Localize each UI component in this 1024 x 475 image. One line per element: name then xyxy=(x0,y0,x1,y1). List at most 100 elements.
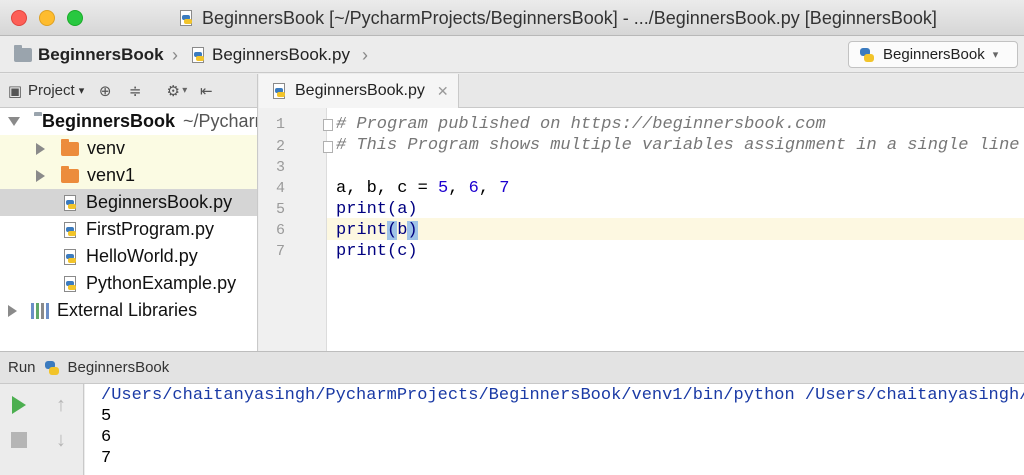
locate-icon[interactable]: ⊕ xyxy=(96,82,114,100)
tree-item-venv[interactable]: venv xyxy=(0,135,257,162)
zoom-window-button[interactable] xyxy=(67,10,83,26)
tab-label: BeginnersBook.py xyxy=(295,82,425,99)
code-text: a, b, c = xyxy=(336,179,439,198)
tab-beginnersbook-py[interactable]: BeginnersBook.py ✕ xyxy=(259,74,459,108)
chevron-down-icon: ▾ xyxy=(78,85,85,97)
breadcrumb-project[interactable]: BeginnersBook xyxy=(14,43,164,67)
tree-item-pythonexample-py[interactable]: PythonExample.py xyxy=(0,270,257,297)
line-number: 3 xyxy=(275,159,285,176)
chevron-right-icon: › xyxy=(362,45,368,65)
editor-tab-bar: BeginnersBook.py ✕ xyxy=(259,74,1024,108)
python-file-icon xyxy=(62,248,78,265)
tree-item-firstprogram-py[interactable]: FirstProgram.py xyxy=(0,216,257,243)
window-title-group: BeginnersBook [~/PycharmProjects/Beginne… xyxy=(178,7,937,29)
navigation-bar: BeginnersBook › BeginnersBook.py › Begin… xyxy=(0,37,1024,73)
run-configuration-label: BeginnersBook xyxy=(883,46,985,63)
code-line: a, b, c = 5, 6, 7 xyxy=(336,179,510,198)
run-console[interactable]: /Users/chaitanyasingh/PycharmProjects/Be… xyxy=(85,384,1024,475)
chevron-down-icon: ▾ xyxy=(182,85,188,96)
fold-marker-icon[interactable] xyxy=(323,141,333,153)
line-number: 4 xyxy=(275,180,285,197)
chevron-right-icon: › xyxy=(172,45,178,65)
up-button[interactable]: ↑ xyxy=(50,394,72,416)
breadcrumb-project-label: BeginnersBook xyxy=(38,45,164,64)
python-file-icon xyxy=(178,10,194,26)
breadcrumb-file-label: BeginnersBook.py xyxy=(212,45,350,64)
run-configuration-select[interactable]: BeginnersBook ▾ xyxy=(848,41,1018,68)
collapse-arrow-icon[interactable] xyxy=(8,304,17,317)
close-window-button[interactable] xyxy=(11,10,27,26)
collapse-arrow-icon[interactable] xyxy=(36,169,45,182)
expand-arrow-icon[interactable] xyxy=(8,117,20,126)
tree-item-label: PythonExample.py xyxy=(86,273,237,293)
tree-item-label: HelloWorld.py xyxy=(86,246,198,266)
tree-item-beginnersbook-py[interactable]: BeginnersBook.py xyxy=(0,189,257,216)
python-logo-icon xyxy=(859,47,875,63)
code-line: # This Program shows multiple variables … xyxy=(336,136,1020,155)
gear-icon[interactable]: ⚙ xyxy=(164,82,182,100)
code-line: # Program published on https://beginners… xyxy=(336,115,826,134)
tree-item-label: External Libraries xyxy=(57,300,198,320)
run-panel-header: Run BeginnersBook xyxy=(0,351,1024,384)
code-line: print(a) xyxy=(336,200,418,219)
run-panel-label: Run xyxy=(8,359,36,376)
close-icon[interactable]: ✕ xyxy=(437,83,449,100)
title-bar: BeginnersBook [~/PycharmProjects/Beginne… xyxy=(0,0,1024,36)
project-toolbar: ▣ Project ▾ ⊕ ≑ ⚙ ▾ ⇤ xyxy=(0,74,258,108)
stop-icon xyxy=(11,432,27,448)
code-editor[interactable]: 1 2 3 4 5 6 7 # Program published on htt… xyxy=(259,108,1024,351)
tree-item-helloworld-py[interactable]: HelloWorld.py xyxy=(0,243,257,270)
down-button[interactable]: ↓ xyxy=(50,429,72,451)
minimize-window-button[interactable] xyxy=(39,10,55,26)
code-line: print(b) xyxy=(336,221,418,240)
arrow-up-icon: ↑ xyxy=(56,393,66,416)
line-number: 5 xyxy=(275,201,285,218)
tree-item-label: venv xyxy=(87,138,126,158)
tree-root-path: ~/PycharmProjects/BeginnersBook xyxy=(183,111,257,131)
line-number: 6 xyxy=(275,222,285,239)
rerun-button[interactable] xyxy=(8,394,30,416)
arrow-down-icon: ↓ xyxy=(56,428,66,451)
tree-item-label: BeginnersBook.py xyxy=(86,192,233,212)
python-file-icon xyxy=(62,194,78,211)
python-file-icon xyxy=(62,221,78,238)
code-line: print(c) xyxy=(336,242,418,261)
python-file-icon xyxy=(62,275,78,292)
line-number: 7 xyxy=(275,243,285,260)
folder-icon xyxy=(14,45,32,62)
tree-item-label: venv1 xyxy=(87,165,136,185)
folder-icon xyxy=(61,165,79,183)
play-icon xyxy=(12,396,26,414)
current-line-highlight xyxy=(327,218,1024,240)
tree-item-external-libraries[interactable]: External Libraries xyxy=(0,297,257,324)
console-line: 6 xyxy=(101,428,112,447)
stop-button[interactable] xyxy=(8,429,30,451)
project-view-label: Project xyxy=(28,82,75,99)
tree-item-venv1[interactable]: venv1 xyxy=(0,162,257,189)
brace-highlight: ( xyxy=(387,221,398,240)
tree-root[interactable]: BeginnersBook ~/PycharmProjects/Beginner… xyxy=(0,108,257,135)
collapse-all-icon[interactable]: ≑ xyxy=(126,82,144,100)
chevron-down-icon: ▾ xyxy=(992,49,999,61)
folder-icon xyxy=(61,138,79,156)
breadcrumb-file[interactable]: BeginnersBook.py xyxy=(190,43,350,67)
run-config-label: BeginnersBook xyxy=(67,359,170,376)
code-number: 6 xyxy=(468,179,479,198)
code-number: 7 xyxy=(499,179,510,198)
tree-root-label: BeginnersBook xyxy=(42,111,176,131)
project-tree: BeginnersBook ~/PycharmProjects/Beginner… xyxy=(0,108,258,351)
tree-item-label: FirstProgram.py xyxy=(86,219,215,239)
hide-panel-icon[interactable]: ⇤ xyxy=(197,82,215,100)
console-line: /Users/chaitanyasingh/PycharmProjects/Be… xyxy=(101,386,1024,405)
python-file-icon xyxy=(271,83,287,99)
collapse-arrow-icon[interactable] xyxy=(36,142,45,155)
fold-marker-icon[interactable] xyxy=(323,119,333,131)
brace-highlight: ) xyxy=(407,221,418,240)
python-logo-icon xyxy=(44,360,60,376)
code-number: 5 xyxy=(438,179,449,198)
console-line: 7 xyxy=(101,449,112,468)
run-toolbar: ↑ ↓ xyxy=(0,384,84,475)
project-icon: ▣ xyxy=(7,82,23,100)
line-number: 2 xyxy=(275,138,285,155)
project-view-select[interactable]: ▣ Project ▾ xyxy=(0,78,90,104)
